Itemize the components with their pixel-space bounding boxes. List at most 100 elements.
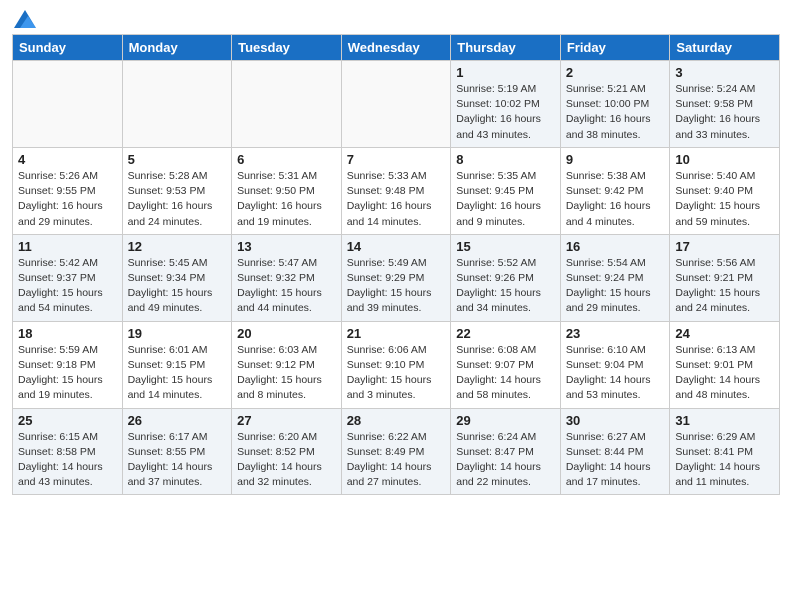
calendar-cell [232,61,342,148]
calendar-cell: 20 Sunrise: 6:03 AM Sunset: 9:12 PM Dayli… [232,321,342,408]
day-number: 9 [566,152,665,167]
day-info: Sunrise: 6:13 AM Sunset: 9:01 PM Dayligh… [675,343,774,404]
day-number: 15 [456,239,555,254]
calendar-cell: 14 Sunrise: 5:49 AM Sunset: 9:29 PM Dayli… [341,234,451,321]
day-info: Sunrise: 6:29 AM Sunset: 8:41 PM Dayligh… [675,430,774,491]
calendar-cell: 5 Sunrise: 5:28 AM Sunset: 9:53 PM Daylig… [122,147,232,234]
day-number: 26 [128,413,227,428]
calendar-cell: 29 Sunrise: 6:24 AM Sunset: 8:47 PM Dayli… [451,408,561,495]
day-number: 13 [237,239,336,254]
page-container: SundayMondayTuesdayWednesdayThursdayFrid… [0,0,792,503]
col-header-wednesday: Wednesday [341,35,451,61]
calendar-cell: 12 Sunrise: 5:45 AM Sunset: 9:34 PM Dayli… [122,234,232,321]
day-number: 12 [128,239,227,254]
calendar-cell: 11 Sunrise: 5:42 AM Sunset: 9:37 PM Dayli… [13,234,123,321]
calendar-week-3: 11 Sunrise: 5:42 AM Sunset: 9:37 PM Dayli… [13,234,780,321]
day-info: Sunrise: 5:59 AM Sunset: 9:18 PM Dayligh… [18,343,117,404]
day-number: 3 [675,65,774,80]
day-number: 17 [675,239,774,254]
calendar-cell: 2Sunrise: 5:21 AM Sunset: 10:00 PM Dayli… [560,61,670,148]
calendar-cell: 28 Sunrise: 6:22 AM Sunset: 8:49 PM Dayli… [341,408,451,495]
day-number: 5 [128,152,227,167]
day-info: Sunrise: 5:38 AM Sunset: 9:42 PM Dayligh… [566,169,665,230]
day-info: Sunrise: 5:35 AM Sunset: 9:45 PM Dayligh… [456,169,555,230]
calendar-cell: 10Sunrise: 5:40 AM Sunset: 9:40 PM Dayli… [670,147,780,234]
day-number: 27 [237,413,336,428]
day-info: Sunrise: 6:24 AM Sunset: 8:47 PM Dayligh… [456,430,555,491]
day-number: 18 [18,326,117,341]
day-info: Sunrise: 6:22 AM Sunset: 8:49 PM Dayligh… [347,430,446,491]
day-info: Sunrise: 5:42 AM Sunset: 9:37 PM Dayligh… [18,256,117,317]
day-info: Sunrise: 5:47 AM Sunset: 9:32 PM Dayligh… [237,256,336,317]
day-number: 30 [566,413,665,428]
day-number: 20 [237,326,336,341]
calendar-cell: 21Sunrise: 6:06 AM Sunset: 9:10 PM Dayli… [341,321,451,408]
calendar-week-4: 18 Sunrise: 5:59 AM Sunset: 9:18 PM Dayli… [13,321,780,408]
calendar-week-5: 25Sunrise: 6:15 AM Sunset: 8:58 PM Dayli… [13,408,780,495]
calendar-week-2: 4Sunrise: 5:26 AM Sunset: 9:55 PM Daylig… [13,147,780,234]
day-info: Sunrise: 5:31 AM Sunset: 9:50 PM Dayligh… [237,169,336,230]
day-info: Sunrise: 5:21 AM Sunset: 10:00 PM Daylig… [566,82,665,143]
calendar-cell [341,61,451,148]
col-header-friday: Friday [560,35,670,61]
day-info: Sunrise: 6:20 AM Sunset: 8:52 PM Dayligh… [237,430,336,491]
calendar-table: SundayMondayTuesdayWednesdayThursdayFrid… [12,34,780,495]
calendar-cell [122,61,232,148]
calendar-cell: 17 Sunrise: 5:56 AM Sunset: 9:21 PM Dayli… [670,234,780,321]
day-number: 14 [347,239,446,254]
day-number: 7 [347,152,446,167]
day-info: Sunrise: 5:54 AM Sunset: 9:24 PM Dayligh… [566,256,665,317]
day-info: Sunrise: 5:45 AM Sunset: 9:34 PM Dayligh… [128,256,227,317]
day-info: Sunrise: 6:06 AM Sunset: 9:10 PM Dayligh… [347,343,446,404]
day-number: 22 [456,326,555,341]
calendar-cell: 4Sunrise: 5:26 AM Sunset: 9:55 PM Daylig… [13,147,123,234]
calendar-cell [13,61,123,148]
day-info: Sunrise: 5:52 AM Sunset: 9:26 PM Dayligh… [456,256,555,317]
day-info: Sunrise: 5:40 AM Sunset: 9:40 PM Dayligh… [675,169,774,230]
day-info: Sunrise: 5:24 AM Sunset: 9:58 PM Dayligh… [675,82,774,143]
day-info: Sunrise: 6:03 AM Sunset: 9:12 PM Dayligh… [237,343,336,404]
day-info: Sunrise: 5:19 AM Sunset: 10:02 PM Daylig… [456,82,555,143]
calendar-header-row: SundayMondayTuesdayWednesdayThursdayFrid… [13,35,780,61]
day-info: Sunrise: 6:01 AM Sunset: 9:15 PM Dayligh… [128,343,227,404]
calendar-cell: 30 Sunrise: 6:27 AM Sunset: 8:44 PM Dayli… [560,408,670,495]
day-info: Sunrise: 5:33 AM Sunset: 9:48 PM Dayligh… [347,169,446,230]
day-number: 24 [675,326,774,341]
header-row [12,10,780,28]
calendar-cell: 23 Sunrise: 6:10 AM Sunset: 9:04 PM Dayli… [560,321,670,408]
calendar-cell: 7 Sunrise: 5:33 AM Sunset: 9:48 PM Daylig… [341,147,451,234]
calendar-cell: 8 Sunrise: 5:35 AM Sunset: 9:45 PM Daylig… [451,147,561,234]
calendar-cell: 3 Sunrise: 5:24 AM Sunset: 9:58 PM Daylig… [670,61,780,148]
day-number: 23 [566,326,665,341]
day-info: Sunrise: 5:28 AM Sunset: 9:53 PM Dayligh… [128,169,227,230]
calendar-cell: 19Sunrise: 6:01 AM Sunset: 9:15 PM Dayli… [122,321,232,408]
calendar-cell: 24 Sunrise: 6:13 AM Sunset: 9:01 PM Dayli… [670,321,780,408]
calendar-cell: 9 Sunrise: 5:38 AM Sunset: 9:42 PM Daylig… [560,147,670,234]
day-number: 29 [456,413,555,428]
calendar-cell: 1Sunrise: 5:19 AM Sunset: 10:02 PM Dayli… [451,61,561,148]
day-number: 11 [18,239,117,254]
calendar-cell: 26 Sunrise: 6:17 AM Sunset: 8:55 PM Dayli… [122,408,232,495]
day-info: Sunrise: 6:10 AM Sunset: 9:04 PM Dayligh… [566,343,665,404]
col-header-sunday: Sunday [13,35,123,61]
calendar-cell: 16 Sunrise: 5:54 AM Sunset: 9:24 PM Dayli… [560,234,670,321]
day-info: Sunrise: 6:27 AM Sunset: 8:44 PM Dayligh… [566,430,665,491]
day-info: Sunrise: 6:17 AM Sunset: 8:55 PM Dayligh… [128,430,227,491]
calendar-cell: 22 Sunrise: 6:08 AM Sunset: 9:07 PM Dayli… [451,321,561,408]
col-header-thursday: Thursday [451,35,561,61]
day-number: 8 [456,152,555,167]
logo-icon [14,10,36,28]
day-info: Sunrise: 5:56 AM Sunset: 9:21 PM Dayligh… [675,256,774,317]
calendar-cell: 27 Sunrise: 6:20 AM Sunset: 8:52 PM Dayli… [232,408,342,495]
day-number: 4 [18,152,117,167]
day-number: 6 [237,152,336,167]
day-info: Sunrise: 6:08 AM Sunset: 9:07 PM Dayligh… [456,343,555,404]
calendar-cell: 31Sunrise: 6:29 AM Sunset: 8:41 PM Dayli… [670,408,780,495]
day-number: 16 [566,239,665,254]
logo [12,10,36,28]
day-info: Sunrise: 5:49 AM Sunset: 9:29 PM Dayligh… [347,256,446,317]
calendar-cell: 6 Sunrise: 5:31 AM Sunset: 9:50 PM Daylig… [232,147,342,234]
calendar-cell: 13 Sunrise: 5:47 AM Sunset: 9:32 PM Dayli… [232,234,342,321]
day-number: 28 [347,413,446,428]
calendar-week-1: 1Sunrise: 5:19 AM Sunset: 10:02 PM Dayli… [13,61,780,148]
